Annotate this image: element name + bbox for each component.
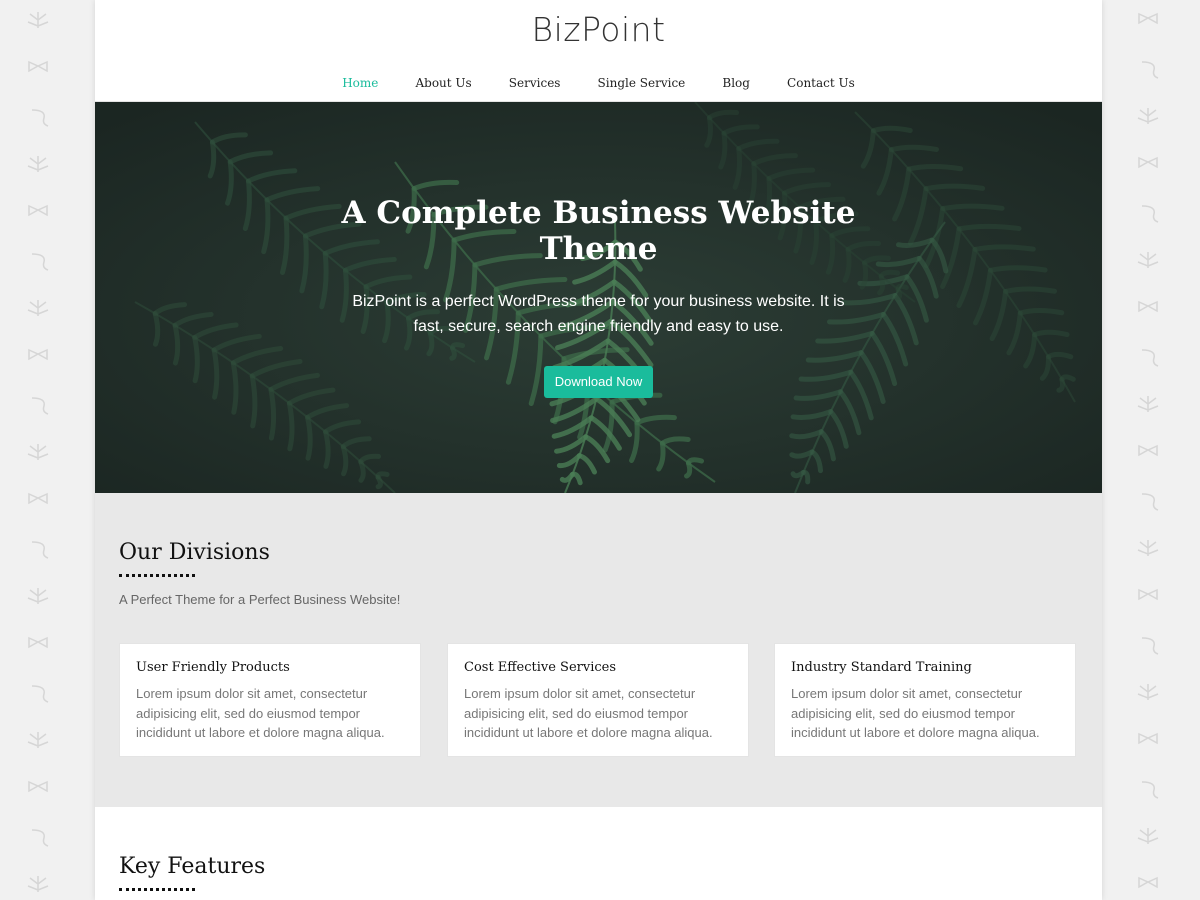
hero-title: A Complete Business Website Theme bbox=[341, 195, 856, 267]
divisions-title: Our Divisions bbox=[119, 540, 270, 565]
main-navigation: Home About Us Services Single Service Bl… bbox=[95, 72, 1102, 92]
nav-item-services[interactable]: Services bbox=[509, 74, 561, 92]
division-card: Cost Effective Services Lorem ipsum dolo… bbox=[447, 643, 749, 757]
nav-item-blog[interactable]: Blog bbox=[722, 74, 750, 92]
site-logo[interactable]: BizPoint bbox=[95, 10, 1102, 50]
divisions-subtitle: A Perfect Theme for a Perfect Business W… bbox=[119, 592, 401, 607]
card-title[interactable]: Industry Standard Training bbox=[791, 659, 972, 677]
nav-item-contact-us[interactable]: Contact Us bbox=[787, 74, 855, 92]
key-features-section: Key Features bbox=[95, 807, 1102, 900]
card-text: Lorem ipsum dolor sit amet, consectetur … bbox=[136, 686, 385, 740]
page-container: BizPoint Home About Us Services Single S… bbox=[95, 0, 1102, 900]
title-underline bbox=[119, 888, 195, 891]
nav-item-about-us[interactable]: About Us bbox=[415, 74, 471, 92]
card-title[interactable]: Cost Effective Services bbox=[464, 659, 616, 677]
hero-banner: A Complete Business Website Theme BizPoi… bbox=[95, 102, 1102, 493]
nav-item-single-service[interactable]: Single Service bbox=[598, 74, 686, 92]
site-header: BizPoint Home About Us Services Single S… bbox=[95, 0, 1102, 102]
division-card: Industry Standard Training Lorem ipsum d… bbox=[774, 643, 1076, 757]
download-now-button[interactable]: Download Now bbox=[544, 366, 653, 398]
title-underline bbox=[119, 574, 195, 577]
hero-subtitle: BizPoint is a perfect WordPress theme fo… bbox=[352, 293, 845, 335]
divisions-section: Our Divisions A Perfect Theme for a Perf… bbox=[95, 493, 1102, 807]
features-title: Key Features bbox=[119, 854, 266, 879]
card-title[interactable]: User Friendly Products bbox=[136, 659, 290, 677]
division-card: User Friendly Products Lorem ipsum dolor… bbox=[119, 643, 421, 757]
nav-item-home[interactable]: Home bbox=[342, 74, 378, 92]
card-text: Lorem ipsum dolor sit amet, consectetur … bbox=[791, 686, 1040, 740]
card-text: Lorem ipsum dolor sit amet, consectetur … bbox=[464, 686, 713, 740]
